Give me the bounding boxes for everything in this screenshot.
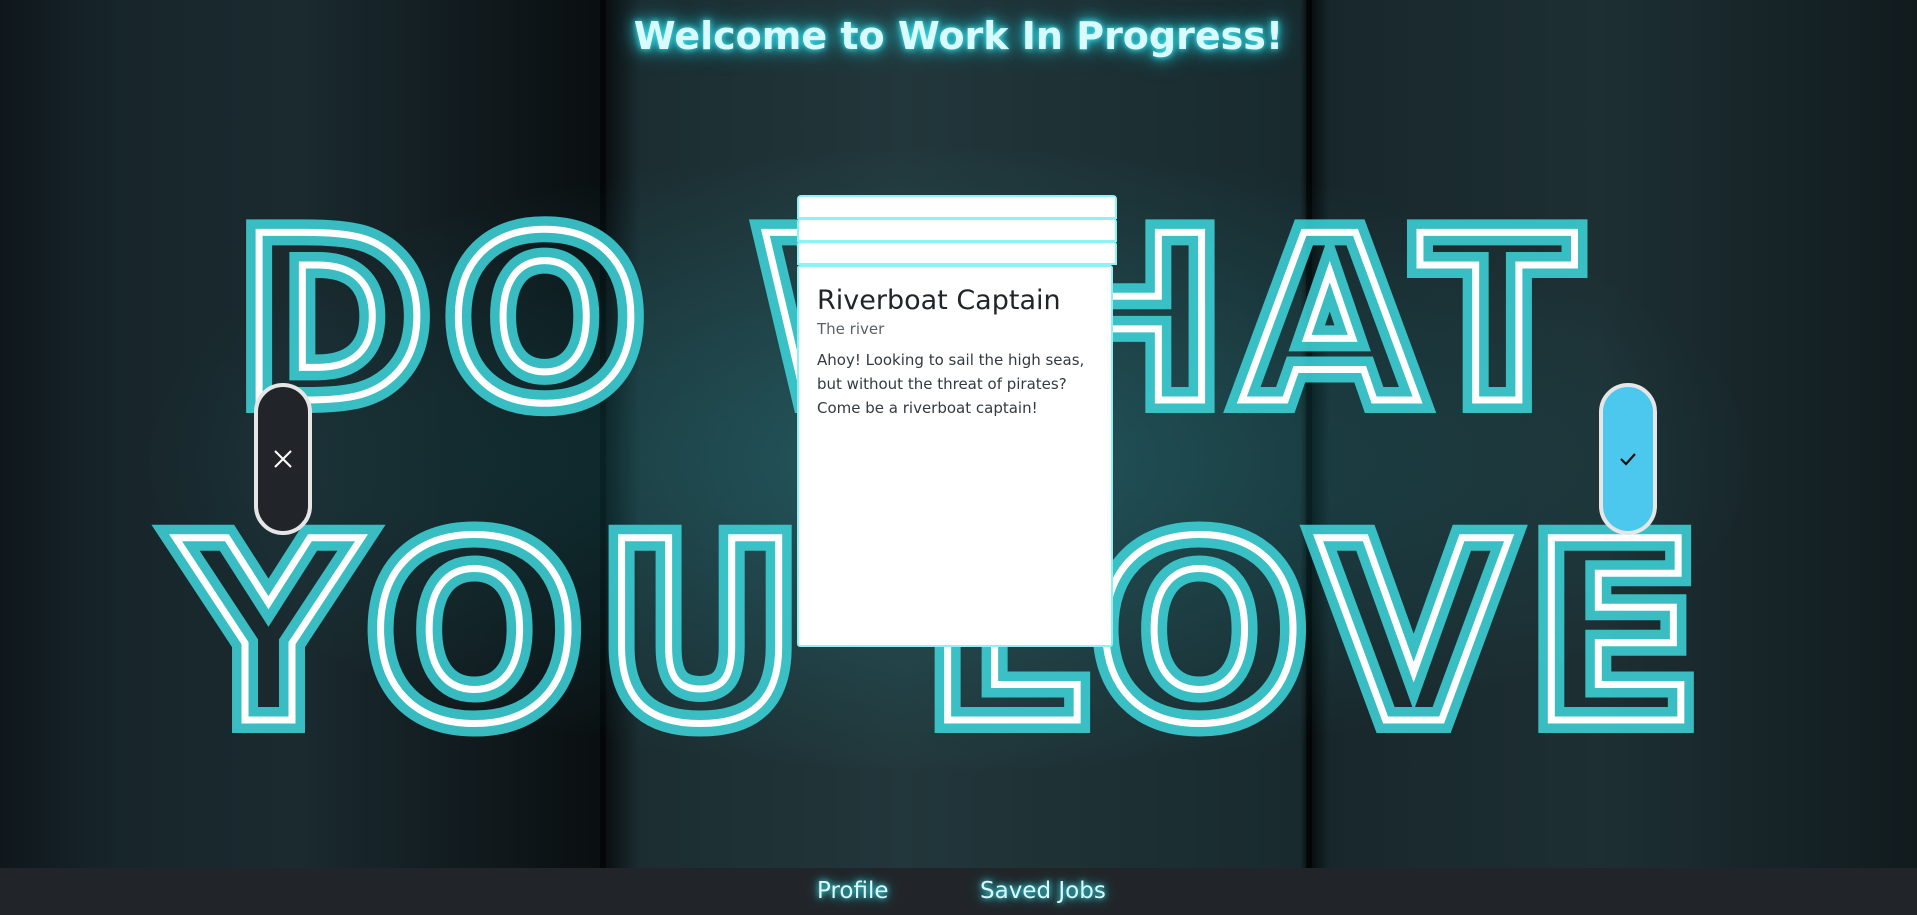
stacked-card-edge	[797, 195, 1117, 219]
bottom-nav: Profile Saved Jobs	[0, 868, 1917, 915]
reject-button[interactable]	[254, 383, 312, 535]
stacked-card-edge	[797, 218, 1117, 242]
job-location: The river	[817, 320, 885, 338]
stacked-card-edge	[797, 241, 1117, 265]
job-description: Ahoy! Looking to sail the high seas, but…	[817, 351, 1085, 417]
app-stage: DO WHAT DO WHAT YOU LOVE YOU LOVE Welcom…	[0, 0, 1917, 915]
page-title: Welcome to Work In Progress!	[633, 14, 1284, 58]
close-icon	[274, 450, 292, 468]
nav-profile-link[interactable]: Profile	[817, 878, 889, 904]
job-title: Riverboat Captain	[817, 285, 1061, 316]
accept-button[interactable]	[1599, 383, 1657, 535]
nav-saved-jobs-link[interactable]: Saved Jobs	[980, 878, 1106, 904]
job-card[interactable]: Riverboat Captain The river Ahoy! Lookin…	[797, 265, 1113, 647]
check-icon	[1620, 453, 1636, 466]
